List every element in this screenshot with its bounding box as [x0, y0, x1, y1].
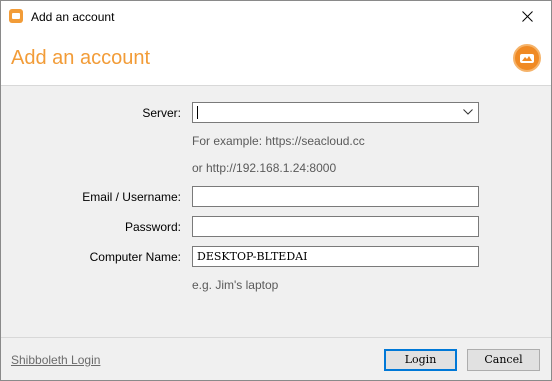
computer-name-field-box: [192, 246, 479, 267]
server-label: Server:: [142, 106, 181, 120]
password-field[interactable]: [193, 217, 478, 236]
chevron-down-icon: [463, 109, 473, 115]
server-hint-alternative: or http://192.168.1.24:8000: [192, 161, 337, 175]
computer-name-field[interactable]: [193, 247, 478, 266]
text-caret: [197, 106, 198, 119]
computer-name-label: Computer Name:: [89, 250, 181, 264]
footer-divider: [1, 337, 551, 338]
close-button[interactable]: [505, 1, 551, 32]
page-title: Add an account: [11, 47, 150, 69]
password-label: Password:: [124, 220, 181, 234]
close-icon: [522, 11, 533, 22]
shibboleth-login-link[interactable]: Shibboleth Login: [11, 352, 100, 368]
cancel-button[interactable]: Cancel: [467, 349, 540, 371]
window-title: Add an account: [31, 10, 115, 24]
seafile-logo-icon: [513, 44, 541, 72]
dropdown-button[interactable]: [460, 103, 476, 122]
email-label: Email / Username:: [82, 190, 181, 204]
password-field-box: [192, 216, 479, 237]
header-banner: Add an account: [1, 32, 551, 86]
add-account-dialog: Add an account Add an account Server: Fo…: [0, 0, 552, 381]
server-hint-example: For example: https://seacloud.cc: [192, 134, 365, 148]
email-field[interactable]: [193, 187, 478, 206]
computer-name-hint: e.g. Jim's laptop: [192, 278, 279, 292]
email-field-box: [192, 186, 479, 207]
login-button[interactable]: Login: [384, 349, 457, 371]
server-combobox[interactable]: [192, 102, 479, 123]
app-icon: [9, 9, 23, 23]
title-bar: Add an account: [1, 1, 551, 32]
